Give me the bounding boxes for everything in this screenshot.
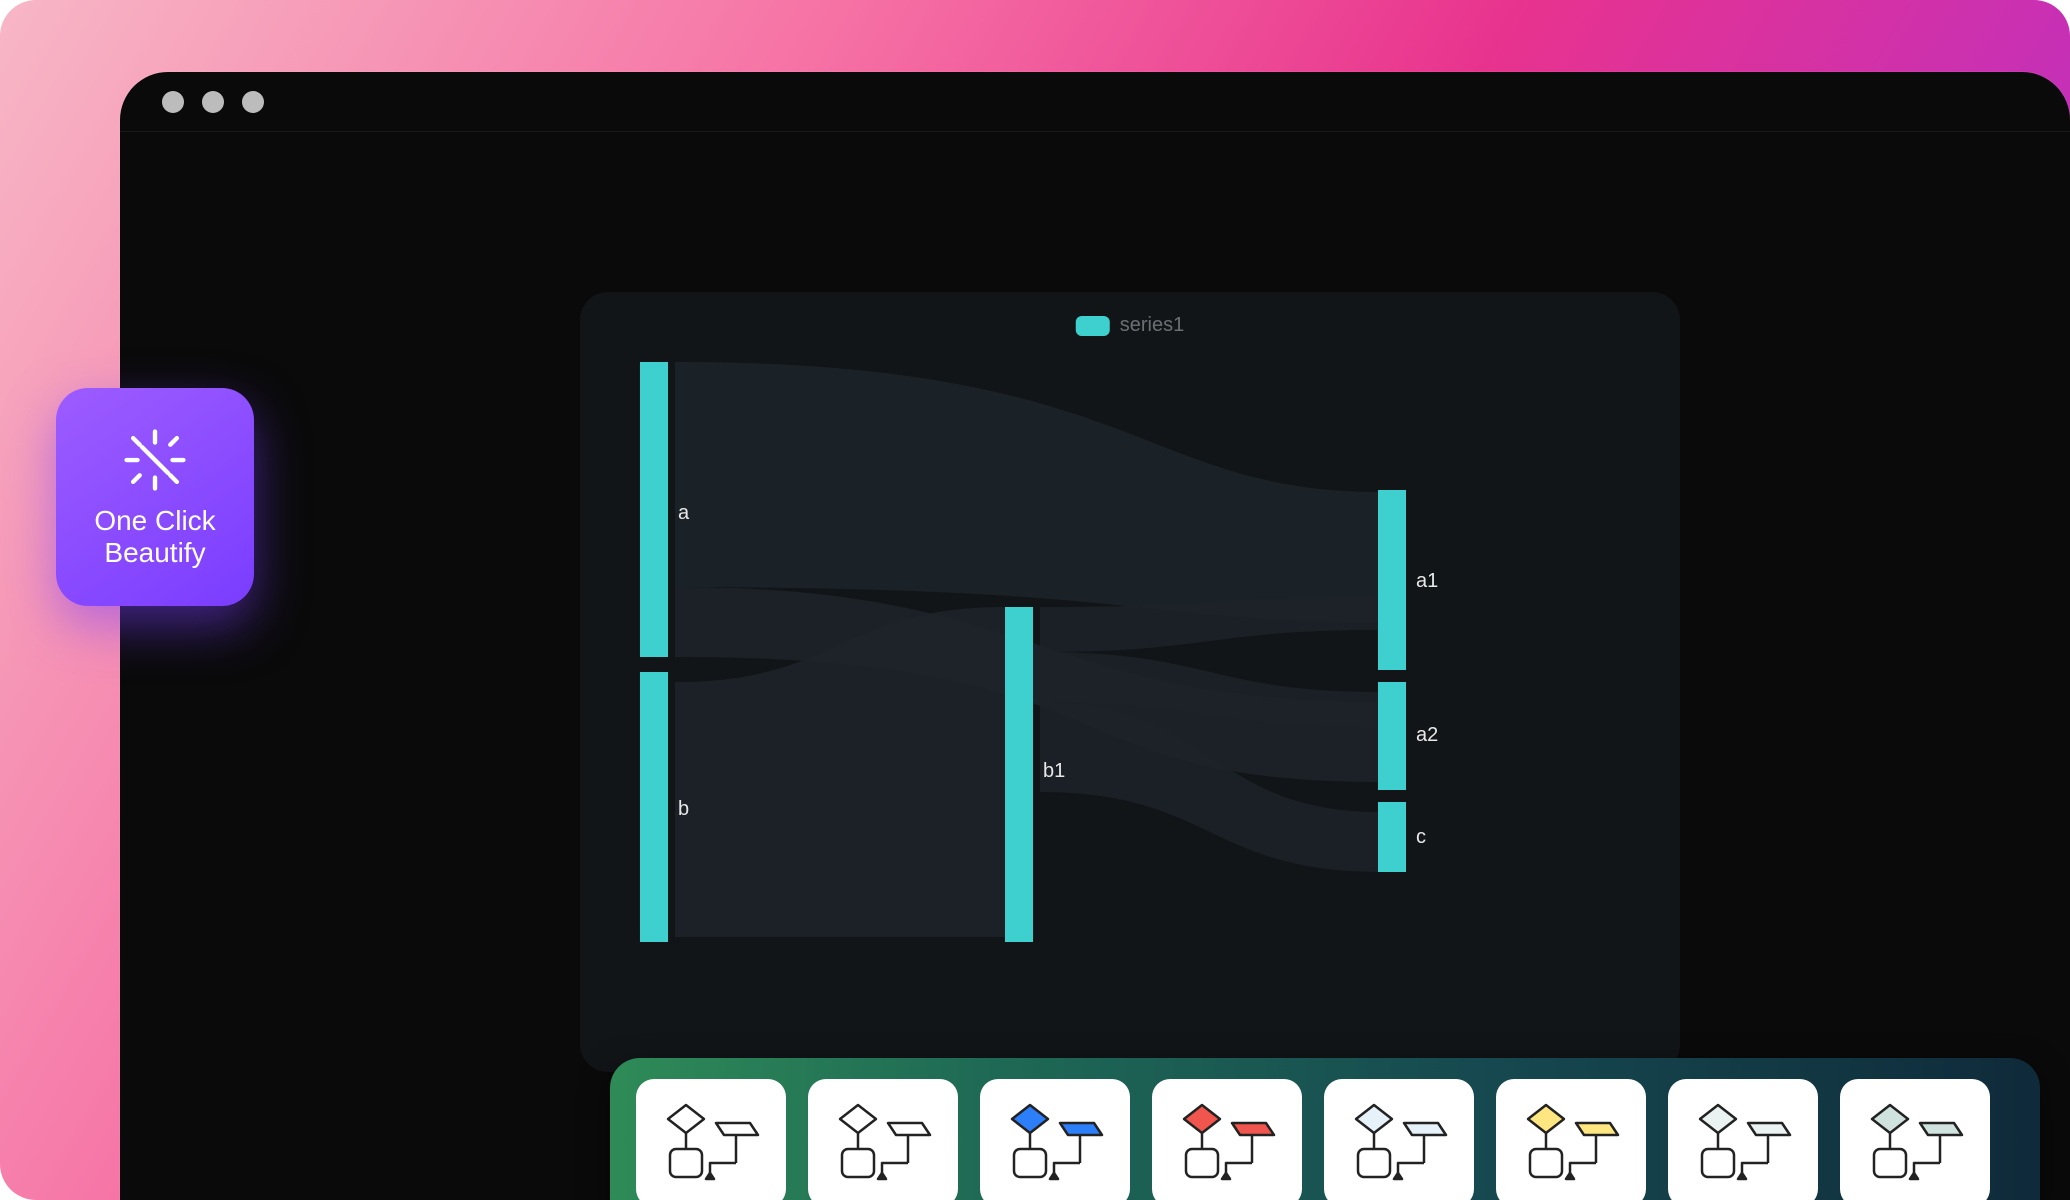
theme-swatch-theme-sky[interactable] <box>1324 1079 1474 1200</box>
gradient-backdrop: series1 a b <box>0 0 2070 1200</box>
sankey-links <box>640 362 1640 1052</box>
sankey-node-label: c <box>1416 826 1426 849</box>
theme-swatch-theme-pale-blue[interactable] <box>1668 1079 1818 1200</box>
window-titlebar <box>120 72 2070 132</box>
sankey-node-b[interactable] <box>640 672 668 942</box>
chart-legend: series1 <box>1076 314 1184 337</box>
sankey-node-label: b1 <box>1043 760 1065 783</box>
theme-swatch-theme-red[interactable] <box>1152 1079 1302 1200</box>
sankey-node-label: a1 <box>1416 570 1438 593</box>
sankey-node-label: a2 <box>1416 724 1438 747</box>
window-control-minimize[interactable] <box>202 91 224 113</box>
sankey-node-a[interactable] <box>640 362 668 657</box>
theme-swatch-theme-yellow[interactable] <box>1496 1079 1646 1200</box>
theme-swatch-theme-mint[interactable] <box>1840 1079 1990 1200</box>
one-click-beautify-button[interactable]: One ClickBeautify <box>56 388 254 606</box>
legend-swatch-icon <box>1076 316 1110 336</box>
theme-swatch-theme-outline-dark[interactable] <box>636 1079 786 1200</box>
sankey-node-label: b <box>678 798 689 821</box>
magic-wand-icon <box>120 425 190 495</box>
sankey-node-label: a <box>678 502 689 525</box>
beautify-label: One ClickBeautify <box>94 505 215 569</box>
sankey-node-a2[interactable] <box>1378 682 1406 790</box>
sankey-node-a1[interactable] <box>1378 490 1406 670</box>
theme-selector-tray <box>610 1058 2040 1200</box>
app-window: series1 a b <box>120 72 2070 1200</box>
sankey-chart-panel: series1 a b <box>580 292 1680 1072</box>
theme-swatch-theme-outline-light[interactable] <box>808 1079 958 1200</box>
sankey-node-b1[interactable] <box>1005 607 1033 942</box>
window-control-close[interactable] <box>162 91 184 113</box>
sankey-node-c[interactable] <box>1378 802 1406 872</box>
window-control-zoom[interactable] <box>242 91 264 113</box>
legend-label: series1 <box>1120 314 1184 337</box>
theme-swatch-theme-blue[interactable] <box>980 1079 1130 1200</box>
sankey-diagram[interactable]: a b b1 a1 a2 c <box>640 362 1640 1052</box>
content-area: series1 a b <box>120 132 2070 1200</box>
